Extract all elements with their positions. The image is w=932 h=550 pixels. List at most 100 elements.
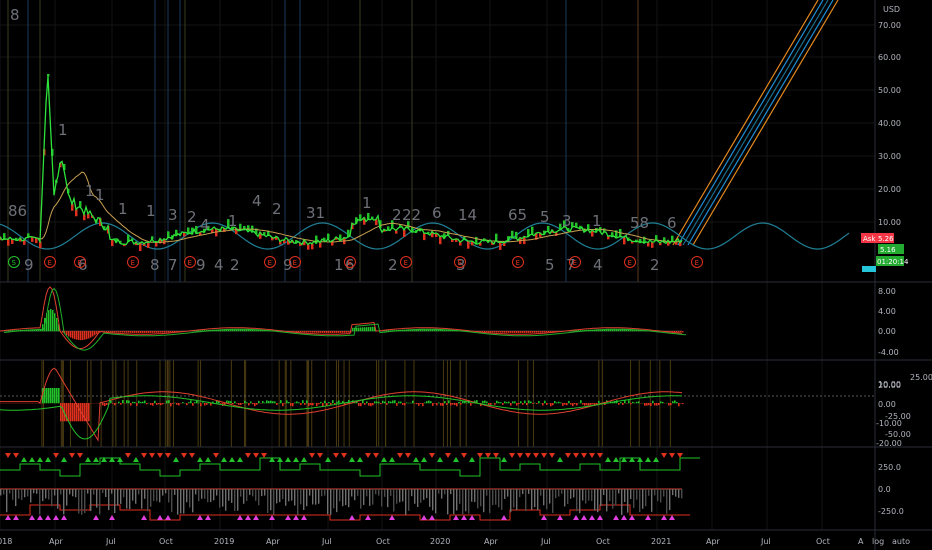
macd-histogram-bar — [106, 331, 108, 332]
count-label-top: 6 — [432, 204, 442, 222]
oscillator-histogram-bar — [460, 403, 462, 405]
signals-bar — [150, 489, 152, 507]
oscillator-histogram-bar — [106, 403, 108, 406]
signals-bar — [132, 489, 134, 501]
oscillator-histogram-bar — [304, 403, 306, 405]
signals-bar — [453, 489, 455, 515]
oscillator-histogram-bar — [574, 403, 576, 405]
oscillator-histogram-bar — [268, 400, 270, 404]
signals-bar — [21, 489, 23, 501]
signals-bar — [273, 489, 275, 515]
macd-histogram-bar — [334, 331, 336, 333]
signals-bar — [636, 489, 638, 500]
oscillator-histogram-bar — [504, 401, 506, 404]
signals-bar — [384, 489, 386, 497]
signals-bar — [438, 489, 440, 494]
up-candle — [47, 73, 50, 77]
oscillator-histogram-bar — [324, 400, 326, 404]
time-axis-label: 2018 — [0, 537, 12, 546]
settings-icon[interactable]: A — [858, 537, 864, 546]
signals-bar — [327, 489, 329, 515]
signals-bar — [42, 489, 44, 502]
stock-chart[interactable]: 8111 1 3 2 14 2 3112 22 6 14 65 5 3 1 58 686149 6 8 7 9 4 2 9 1… — [0, 0, 932, 550]
signals-bar — [60, 489, 62, 495]
price-axis-tick: 10.00 — [878, 218, 901, 227]
oscillator-histogram-bar — [636, 401, 638, 404]
down-candle — [423, 233, 426, 241]
time-axis-label: 2020 — [430, 537, 450, 546]
signals-bar — [96, 489, 98, 508]
count-label-top: 1 — [228, 212, 238, 230]
macd-histogram-bar — [674, 331, 676, 333]
up-candle — [511, 230, 514, 238]
split-marker-label: S — [12, 259, 17, 267]
signals-bar — [420, 489, 422, 503]
macd-histogram-bar — [74, 331, 76, 340]
oscillator-histogram-bar — [536, 403, 538, 405]
earnings-marker-label: E — [78, 259, 82, 267]
oscillator-histogram-bar — [162, 403, 164, 405]
up-candle — [79, 201, 82, 207]
macd-histogram-bar — [42, 324, 44, 332]
earnings-marker-label: E — [348, 259, 352, 267]
oscillator-histogram-bar — [198, 402, 200, 404]
oscillator-histogram-bar — [656, 403, 658, 406]
count-label-bottom: 5 — [545, 256, 555, 274]
oscillator-histogram-bar — [430, 401, 432, 404]
price-axis-tick: 20.00 — [878, 185, 901, 194]
oscillator-histogram-bar — [386, 403, 388, 405]
oscillator-histogram-bar — [306, 400, 308, 404]
log-scale-toggle[interactable]: log — [872, 537, 884, 546]
macd-histogram-bar — [48, 310, 50, 332]
signals-bar — [357, 489, 359, 496]
oscillator-histogram-bar — [394, 400, 396, 404]
oscillator-histogram-bar — [50, 388, 52, 404]
signals-bar — [318, 489, 320, 504]
signals-bar — [486, 489, 488, 496]
earnings-marker-label: E — [293, 259, 297, 267]
down-candle — [307, 244, 310, 250]
macd-histogram-bar — [548, 331, 550, 333]
signals-bar — [423, 489, 425, 500]
signals-bar — [561, 489, 563, 494]
oscillator-histogram-bar — [622, 403, 624, 405]
oscillator-histogram-bar — [378, 401, 380, 404]
ask-badge: Ask 5.26 — [861, 233, 894, 243]
oscillator-histogram-bar — [130, 403, 132, 406]
oscillator-histogram-bar — [204, 403, 206, 406]
signals-bar — [192, 489, 194, 513]
oscillator-histogram-bar — [88, 403, 90, 422]
count-label-bottom: 9 — [196, 256, 206, 274]
oscillator-histogram-bar — [188, 402, 190, 404]
signals-bar — [291, 489, 293, 501]
oscillator-histogram-bar — [128, 400, 130, 404]
currency-label[interactable]: USD — [883, 5, 900, 14]
signals-bar — [495, 489, 497, 505]
signals-bar — [624, 489, 626, 502]
signals-bar — [444, 489, 446, 495]
signals-bar — [222, 489, 224, 507]
macd-histogram-bar — [112, 331, 114, 333]
oscillator-histogram-bar — [396, 403, 398, 406]
macd-histogram-bar — [70, 331, 72, 338]
oscillator-histogram-bar — [514, 401, 516, 404]
auto-scale-toggle[interactable]: auto — [892, 537, 910, 546]
macd-histogram-bar — [158, 331, 160, 333]
signals-bar — [489, 489, 491, 514]
down-candle — [403, 229, 406, 237]
oscillator-histogram-bar — [48, 388, 50, 404]
signals-bar — [651, 489, 653, 512]
oscillator-histogram-bar — [522, 403, 524, 405]
oscillator-histogram-bar — [402, 403, 404, 405]
oscillator-histogram-bar — [176, 403, 178, 405]
signals-bar — [393, 489, 395, 512]
signals-bar — [426, 489, 428, 499]
signals-bar — [603, 489, 605, 495]
macd-histogram-bar — [76, 331, 78, 340]
oscillator-histogram-bar — [56, 388, 58, 404]
oscillator-histogram-bar — [538, 401, 540, 404]
macd-histogram-bar — [346, 331, 348, 333]
oscillator-histogram-bar — [60, 403, 62, 422]
signals-bar — [462, 489, 464, 515]
ask-value: 5.26 — [878, 235, 894, 243]
